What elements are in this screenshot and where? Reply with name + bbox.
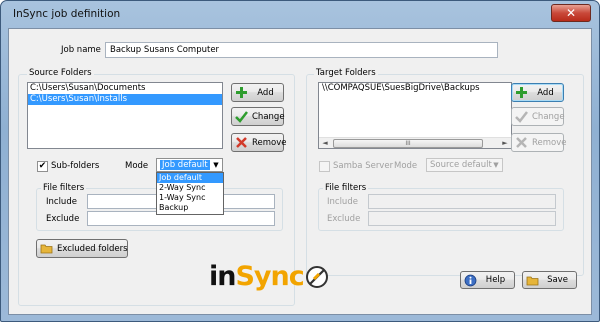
source-mode-label: Mode [125,161,149,171]
target-folders-list[interactable]: \\COMPAQSUE\SuesBigDrive\Backups ◄ III ► [318,82,512,149]
target-mode-select[interactable]: Source default ▼ [426,158,503,172]
help-icon [464,274,477,287]
add-icon [235,86,248,99]
dropdown-option[interactable]: 2-Way Sync [157,183,223,193]
scroll-left-icon[interactable]: ◄ [319,138,331,148]
target-exclude-label: Exclude [327,214,361,224]
target-folders-title: Target Folders [314,68,378,78]
source-change-button[interactable]: Change [231,107,285,126]
checkmark-icon [235,110,248,123]
folder-icon [40,242,53,255]
chevron-down-icon: ▼ [213,161,219,169]
dropdown-option[interactable]: Job default [157,173,223,183]
subfolders-checkbox[interactable]: ✔ [37,161,48,172]
subfolders-label: Sub-folders [51,161,100,171]
save-button[interactable]: Save [522,271,577,289]
dropdown-option[interactable]: 1-Way Sync [157,193,223,203]
source-include-label: Include [46,197,77,207]
sync-emblem-icon [306,266,328,288]
checkmark-icon [515,110,528,123]
list-item[interactable]: \\COMPAQSUE\SuesBigDrive\Backups [319,83,511,94]
samba-server-checkbox[interactable] [319,161,330,172]
source-add-button[interactable]: Add [231,83,284,102]
close-button[interactable]: ✕ [551,4,591,22]
folder-save-icon [526,274,539,287]
target-add-button[interactable]: Add [511,83,564,102]
scroll-thumb[interactable]: III [333,139,483,148]
target-change-button[interactable]: Change [511,107,565,126]
target-include-input[interactable] [368,194,556,209]
target-include-label: Include [327,197,358,207]
source-mode-dropdown: Job default 2-Way Sync 1-Way Sync Backup [156,172,224,215]
dialog-window: InSync job definition ✕ Job name Backup … [0,0,600,322]
source-folders-title: Source Folders [27,68,94,78]
scroll-right-icon[interactable]: ► [499,138,511,148]
target-file-filters-title: File filters [323,183,369,193]
job-name-label: Job name [61,45,101,55]
target-exclude-input[interactable] [368,211,556,226]
window-title: InSync job definition [13,8,121,20]
horizontal-scrollbar[interactable]: ◄ III ► [319,137,511,148]
excluded-folders-button[interactable]: Excluded folders [36,239,128,258]
source-exclude-label: Exclude [46,214,80,224]
target-mode-label: Mode [394,161,418,171]
remove-icon [515,136,528,149]
source-remove-button[interactable]: Remove [231,133,287,152]
samba-server-label: Samba Server [333,161,394,171]
target-remove-button[interactable]: Remove [511,133,567,152]
dropdown-option[interactable]: Backup [157,203,223,213]
job-name-input[interactable]: Backup Susans Computer [105,42,498,58]
source-mode-select[interactable]: Job default ▼ [156,158,223,172]
title-bar[interactable]: InSync job definition ✕ [1,1,599,27]
add-icon [515,86,528,99]
chevron-down-icon: ▼ [493,161,499,169]
list-item[interactable]: C:\Users\Susan\Documents [28,83,222,94]
source-folders-list[interactable]: C:\Users\Susan\Documents C:\Users\Susan\… [27,82,223,149]
remove-icon [235,136,248,149]
close-icon: ✕ [565,6,577,20]
dialog-client-area: Job name Backup Susans Computer Source F… [8,28,592,315]
source-file-filters-title: File filters [41,183,87,193]
help-button[interactable]: Help [460,271,515,289]
insync-logo: inSync [209,261,305,292]
list-item[interactable]: C:\Users\Susan\Installs [28,94,222,105]
